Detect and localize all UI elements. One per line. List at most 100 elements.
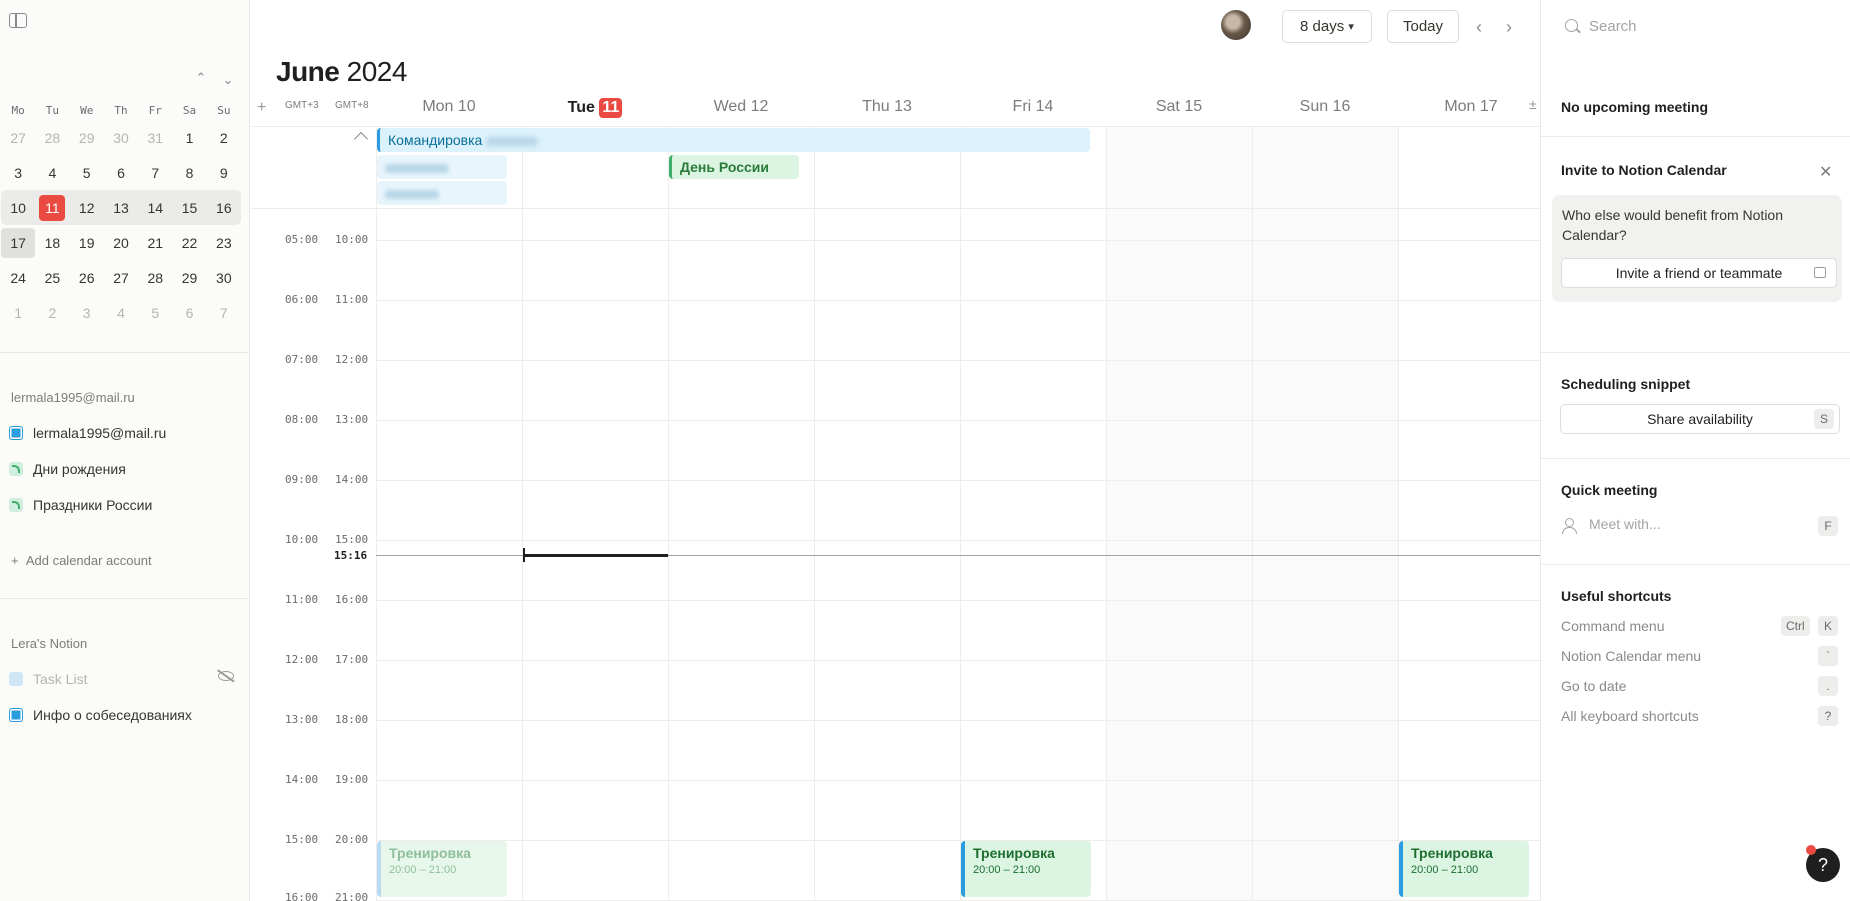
mini-calendar-day[interactable]: 30	[104, 130, 138, 146]
mini-calendar-day[interactable]: 2	[207, 130, 241, 146]
mini-calendar-day[interactable]: 28	[138, 270, 172, 286]
blurred-text	[486, 136, 539, 146]
chevron-up-icon[interactable]	[353, 131, 369, 147]
day-header-today[interactable]: Tue 11	[522, 98, 668, 118]
today-button[interactable]: Today	[1387, 10, 1459, 43]
chevron-down-icon[interactable]: ⌄	[220, 72, 236, 88]
mini-calendar-day[interactable]: 29	[70, 130, 104, 146]
meet-with-input[interactable]: Meet with...	[1589, 516, 1661, 532]
mini-calendar-day[interactable]: 28	[35, 130, 69, 146]
mini-calendar-day[interactable]: 9	[207, 165, 241, 181]
allday-event-holiday[interactable]: День России	[669, 155, 799, 179]
mini-calendar-day[interactable]: 3	[70, 305, 104, 321]
calendar-item[interactable]: lermala1995@mail.ru	[9, 425, 166, 441]
mini-calendar-today[interactable]: 11	[35, 194, 69, 221]
mini-calendar-day[interactable]: 1	[172, 130, 206, 146]
mini-calendar-day[interactable]: 7	[138, 165, 172, 181]
add-calendar-account-button[interactable]: + Add calendar account	[11, 553, 152, 568]
day-header[interactable]: Fri 14	[960, 98, 1106, 116]
sidebar-toggle-icon[interactable]	[9, 13, 27, 28]
checkbox-icon[interactable]	[9, 672, 23, 686]
mini-calendar-day[interactable]: 20	[104, 235, 138, 251]
mini-calendar-day[interactable]: 15	[172, 200, 206, 216]
invite-button[interactable]: Invite a friend or teammate	[1561, 258, 1837, 288]
mini-calendar-day[interactable]: 10	[1, 200, 35, 216]
calendar-item[interactable]: Дни рождения	[9, 461, 126, 477]
mini-calendar-day[interactable]: 16	[207, 200, 241, 216]
mini-calendar-day[interactable]: 12	[70, 200, 104, 216]
event-training[interactable]: Тренировка 20:00 – 21:00	[961, 841, 1091, 897]
hour-label: 10:00	[285, 533, 319, 546]
next-arrow-icon[interactable]: ›	[1506, 17, 1512, 38]
chevron-up-icon[interactable]: ⌃	[193, 70, 209, 86]
mini-calendar-day[interactable]: 18	[35, 235, 69, 251]
mini-calendar-day[interactable]: 31	[138, 130, 172, 146]
column-divider	[522, 127, 523, 901]
mini-calendar-day[interactable]: 1	[1, 305, 35, 321]
mini-calendar-day[interactable]: 14	[138, 200, 172, 216]
day-header[interactable]: Mon 10	[376, 98, 522, 116]
mini-calendar-day[interactable]: 27	[1, 130, 35, 146]
user-avatar[interactable]	[1221, 10, 1251, 40]
search-input[interactable]	[1589, 15, 1829, 37]
person-icon	[1562, 518, 1577, 534]
allday-event-blurred[interactable]	[377, 181, 507, 205]
mini-calendar-day[interactable]: 29	[172, 270, 206, 286]
event-training[interactable]: Тренировка 20:00 – 21:00	[1399, 841, 1529, 897]
timezone-primary[interactable]: GMT+3	[285, 100, 319, 111]
mini-calendar-day[interactable]: 4	[35, 165, 69, 181]
day-header[interactable]: Wed 12	[668, 98, 814, 116]
mini-calendar-day[interactable]: 7	[207, 305, 241, 321]
mini-calendar-day[interactable]: 21	[138, 235, 172, 251]
rss-feed-icon[interactable]	[9, 498, 23, 512]
allday-event-trip[interactable]: Командировка	[377, 128, 1090, 152]
mini-calendar-day[interactable]: 5	[138, 305, 172, 321]
mini-calendar-day[interactable]: 25	[35, 270, 69, 286]
mini-calendar-day[interactable]: 17	[1, 227, 36, 258]
notion-item-interviews[interactable]: Инфо о собеседованиях	[9, 707, 192, 723]
checkbox-icon[interactable]	[9, 708, 23, 722]
shortcut-all-shortcuts[interactable]: All keyboard shortcuts	[1561, 708, 1699, 724]
mini-calendar-day[interactable]: 6	[172, 305, 206, 321]
shortcut-calendar-menu[interactable]: Notion Calendar menu	[1561, 648, 1701, 664]
mini-calendar-day[interactable]: 8	[172, 165, 206, 181]
mini-calendar-day[interactable]: 23	[207, 235, 241, 251]
weekday-label: Su	[217, 103, 231, 117]
day-header[interactable]: Sun 16	[1252, 98, 1398, 116]
notion-item-task-list[interactable]: Task List	[9, 671, 87, 687]
mini-calendar-day[interactable]: 13	[104, 200, 138, 216]
close-icon[interactable]: ✕	[1819, 162, 1832, 182]
mini-calendar-day[interactable]: 30	[207, 270, 241, 286]
mini-calendar-day[interactable]: 26	[70, 270, 104, 286]
sidebar-divider	[0, 598, 250, 599]
day-header[interactable]: Sat 15	[1106, 98, 1252, 116]
timezone-secondary[interactable]: GMT+8	[335, 100, 369, 111]
mini-calendar-day[interactable]: 3	[1, 165, 35, 181]
rss-feed-icon[interactable]	[9, 462, 23, 476]
allday-event-blurred[interactable]	[377, 155, 507, 179]
mini-calendar-day[interactable]: 2	[35, 305, 69, 321]
mini-calendar-day[interactable]: 4	[104, 305, 138, 321]
shortcut-key: Ctrl	[1781, 616, 1810, 636]
add-timezone-icon[interactable]: +	[257, 99, 266, 117]
share-availability-button[interactable]: Share availability S	[1560, 404, 1840, 434]
eye-off-icon[interactable]	[218, 671, 234, 681]
mini-calendar-day[interactable]: 19	[70, 235, 104, 251]
collapse-allday-icon[interactable]: ±	[1529, 96, 1537, 112]
checkbox-icon[interactable]	[9, 426, 23, 440]
mini-calendar-day[interactable]: 6	[104, 165, 138, 181]
shortcut-command-menu[interactable]: Command menu	[1561, 618, 1665, 634]
shortcut-go-to-date[interactable]: Go to date	[1561, 678, 1626, 694]
previous-arrow-icon[interactable]: ‹	[1476, 17, 1482, 38]
view-selector[interactable]: 8 days ▾	[1282, 10, 1372, 43]
calendar-app: ⌃ ⌄ Mo Tu We Th Fr Sa Su 27 28 29 30 31 …	[0, 0, 1850, 901]
mini-calendar-day[interactable]: 27	[104, 270, 138, 286]
event-training[interactable]: Тренировка 20:00 – 21:00	[377, 841, 507, 897]
day-header[interactable]: Thu 13	[814, 98, 960, 116]
mini-calendar-day[interactable]: 5	[70, 165, 104, 181]
calendar-item[interactable]: Праздники России	[9, 497, 152, 513]
mini-calendar-day[interactable]: 24	[1, 270, 35, 286]
mini-calendar-day[interactable]: 22	[172, 235, 206, 251]
notification-dot	[1806, 845, 1816, 855]
day-header[interactable]: Mon 17	[1398, 98, 1544, 116]
